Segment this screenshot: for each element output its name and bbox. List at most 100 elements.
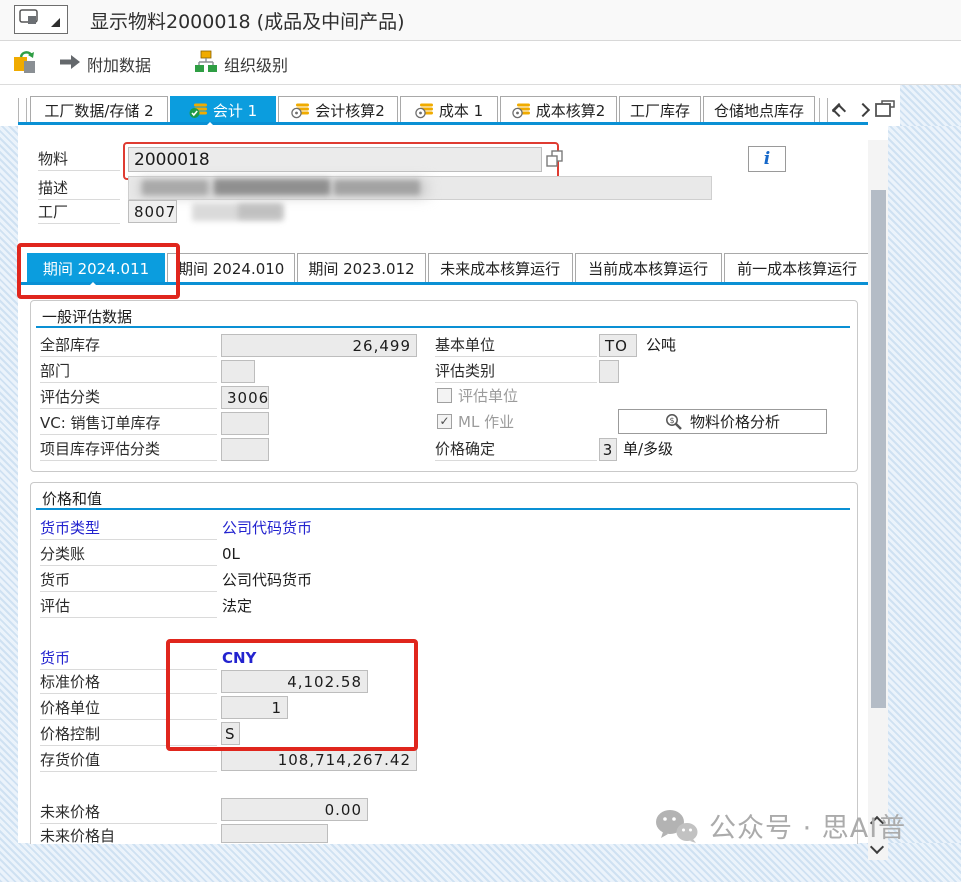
tab-overview-icon[interactable]	[874, 99, 896, 123]
org-levels-button[interactable]: 组织级别	[224, 52, 288, 76]
ml-active-checkbox[interactable]: ✓	[437, 414, 452, 429]
valuation-unit-checkbox[interactable]	[437, 388, 452, 403]
redacted-description	[142, 180, 208, 195]
services-for-object-button[interactable]	[14, 5, 68, 34]
tab-plant-stock[interactable]: 工厂库存	[619, 96, 701, 124]
future-price-value: 0.00	[325, 801, 362, 819]
inventory-value-field[interactable]: 108,714,267.42	[221, 748, 417, 771]
background-hatch-topright	[900, 84, 961, 126]
title-bar: 显示物料2000018 (成品及中间产品)	[0, 0, 961, 41]
base-unit-value: TO	[605, 337, 628, 355]
main-tab-strip: 工厂数据/存储 2 会计 1 会计核算2 成本 1	[18, 96, 831, 124]
price-control-field[interactable]: S	[221, 722, 240, 745]
swap-screen-icon[interactable]	[12, 49, 42, 79]
background-hatch-bottom	[0, 843, 961, 882]
tab-period-2024-011[interactable]: 期间 2024.011	[27, 253, 165, 282]
coins-radio-icon	[291, 103, 310, 119]
currency-type-label[interactable]: 货币类型	[40, 517, 217, 540]
currency2-label[interactable]: 货币	[40, 647, 217, 670]
inventory-value-value: 108,714,267.42	[278, 751, 411, 769]
general-valuation-title-underline	[36, 326, 850, 328]
tab-costing-2[interactable]: 成本核算2	[500, 96, 617, 124]
information-button[interactable]: i	[748, 146, 786, 172]
tab-stack-decoration	[819, 98, 828, 124]
future-price-field[interactable]: 0.00	[221, 798, 368, 821]
tab-scroll-right-icon[interactable]	[856, 103, 870, 117]
tab-future-costing-run[interactable]: 未来成本核算运行	[428, 253, 573, 282]
button-label: 物料价格分析	[690, 411, 780, 432]
tab-previous-costing-run[interactable]: 前一成本核算运行	[724, 253, 871, 282]
total-stock-value: 26,499	[353, 337, 412, 355]
plant-value: 8007	[134, 203, 176, 221]
inventory-value-label: 存货价值	[40, 749, 217, 772]
description-label: 描述	[38, 177, 120, 200]
standard-price-field[interactable]: 4,102.58	[221, 670, 368, 693]
future-price-from-field[interactable]	[221, 824, 328, 843]
redacted-description	[334, 180, 420, 195]
valuation-class-value: 3006	[227, 389, 269, 407]
info-icon: i	[764, 149, 770, 169]
plant-field[interactable]: 8007	[128, 200, 177, 223]
watermark: 公众号 · 思AI普	[655, 806, 906, 845]
tab-label: 成本核算2	[536, 100, 606, 121]
material-value: 2000018	[134, 150, 210, 170]
coins-check-icon	[189, 103, 208, 119]
division-label: 部门	[40, 360, 217, 383]
valuation-category-label: 评估类别	[435, 360, 597, 383]
base-unit-field[interactable]: TO	[599, 334, 637, 357]
project-stock-valuation-class-field[interactable]	[221, 438, 269, 461]
application-toolbar: 附加数据 组织级别	[0, 41, 961, 85]
services-for-object-icon	[15, 6, 67, 33]
next-arrow-icon	[60, 54, 82, 74]
price-control-value: S	[225, 725, 236, 743]
valuation-category-field[interactable]	[599, 360, 619, 383]
tab-costing-1[interactable]: 成本 1	[400, 96, 498, 124]
vc-sales-order-stock-label: VC: 销售订单库存	[40, 412, 217, 435]
tab-storage-location-stock[interactable]: 仓储地点库存	[703, 96, 815, 124]
material-label: 物料	[38, 148, 120, 171]
check-icon: ✓	[439, 414, 449, 428]
price-analysis-magnifier-icon: $	[665, 413, 683, 431]
tab-accounting-2[interactable]: 会计核算2	[278, 96, 398, 124]
tab-current-costing-run[interactable]: 当前成本核算运行	[575, 253, 722, 282]
price-determination-field[interactable]: 3	[599, 438, 617, 461]
tab-label: 期间 2023.012	[308, 258, 414, 279]
tab-label: 期间 2024.011	[43, 258, 149, 279]
future-price-label: 未来价格	[40, 801, 217, 824]
redacted-description	[214, 179, 330, 195]
scrollbar-thumb[interactable]	[871, 190, 886, 708]
period-tab-underline	[18, 282, 868, 285]
tab-period-2023-012[interactable]: 期间 2023.012	[297, 253, 425, 282]
vc-sales-order-stock-field[interactable]	[221, 412, 269, 435]
tab-scroll-left-icon[interactable]	[832, 103, 846, 117]
total-stock-field[interactable]: 26,499	[221, 334, 417, 357]
page-title: 显示物料2000018 (成品及中间产品)	[90, 7, 404, 34]
additional-data-button[interactable]: 附加数据	[87, 52, 151, 76]
price-unit-field[interactable]: 1	[221, 696, 288, 719]
background-hatch-left	[0, 126, 18, 882]
ledger-value: 0L	[222, 543, 240, 566]
division-field[interactable]	[221, 360, 255, 383]
valuation-class-field[interactable]: 3006	[221, 386, 269, 409]
tab-label: 期间 2024.010	[178, 258, 284, 279]
material-price-analysis-button[interactable]: $ 物料价格分析	[618, 409, 827, 434]
sap-material-display-window: 显示物料2000018 (成品及中间产品) 附加数据 组织	[0, 0, 961, 882]
valuation-unit-label: 评估单位	[458, 387, 518, 405]
currency2-value: CNY	[222, 647, 256, 670]
material-field[interactable]: 2000018	[128, 147, 542, 172]
currency-label: 货币	[40, 569, 217, 592]
tab-accounting-1[interactable]: 会计 1	[170, 96, 276, 124]
background-hatch-right	[888, 126, 961, 882]
price-determination-text: 单/多级	[623, 438, 673, 461]
tab-plant-data-storage-2[interactable]: 工厂数据/存储 2	[30, 96, 168, 124]
org-chart-icon[interactable]	[195, 50, 217, 78]
price-unit-label: 价格单位	[40, 697, 217, 720]
svg-text:$: $	[669, 415, 674, 424]
price-determination-value: 3	[603, 441, 614, 459]
windows-copy-icon[interactable]	[546, 150, 563, 172]
tab-label: 工厂数据/存储 2	[44, 100, 153, 121]
period-tab-strip: 期间 2024.011 期间 2024.010 期间 2023.012 未来成本…	[27, 253, 873, 282]
tab-label: 工厂库存	[630, 100, 690, 121]
tab-period-2024-010[interactable]: 期间 2024.010	[167, 253, 295, 282]
valuation-class-label: 评估分类	[40, 386, 217, 409]
